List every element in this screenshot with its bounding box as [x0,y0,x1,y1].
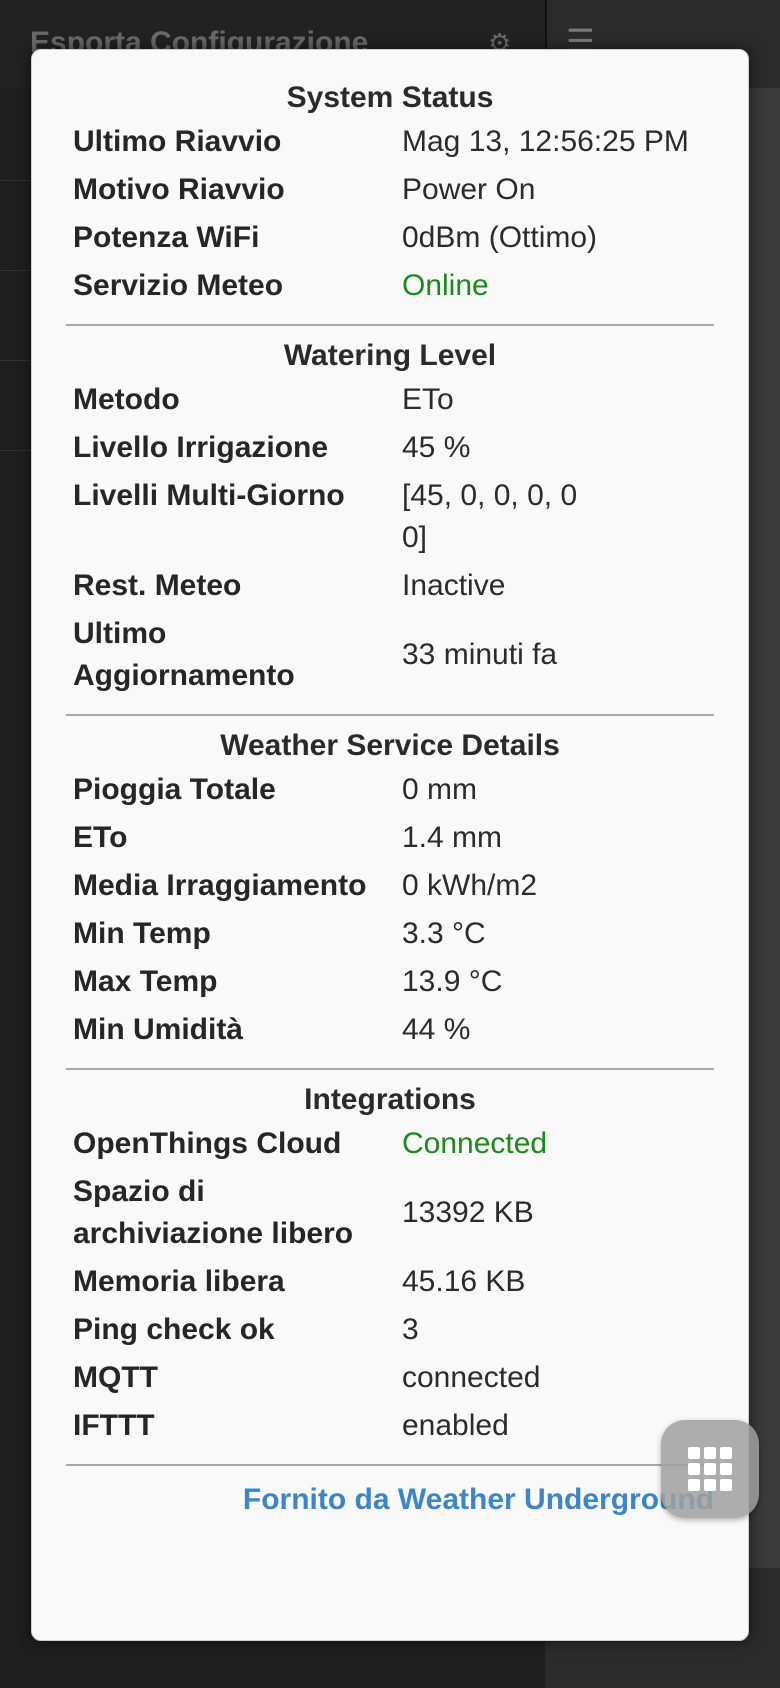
row-value: connected [402,1361,541,1394]
background-content-strip [745,88,780,1568]
info-row: Servizio Meteo Online [66,262,714,310]
row-label: Spazio di archiviazione libero [73,1175,354,1250]
info-row: Ultimo Riavvio Mag 13, 12:56:25 PM [66,118,714,166]
weather-underground-link[interactable]: Fornito da Weather Underground [66,1480,714,1520]
section-divider [66,324,714,326]
row-label: ETo [73,821,128,854]
row-value: 44 % [402,1013,471,1046]
info-row: Metodo ETo [66,376,714,424]
section-divider [66,1464,714,1466]
row-value: 0 kWh/m2 [402,869,538,902]
info-row: Max Temp 13.9 °C [66,958,714,1006]
row-value: 45.16 KB [402,1265,526,1298]
info-row: Media Irraggiamento 0 kWh/m2 [66,862,714,910]
row-label: Livello Irrigazione [73,431,329,464]
row-value: 45 % [402,431,471,464]
row-value: 3 [402,1313,419,1346]
row-value: 3.3 °C [402,917,486,950]
row-value: 13392 KB [402,1196,534,1229]
row-label: IFTTT [73,1409,155,1442]
row-value: [45, 0, 0, 0, 0 0] [402,479,578,554]
info-row: Memoria libera 45.16 KB [66,1258,714,1306]
info-row: Rest. Meteo Inactive [66,562,714,610]
section-divider [66,714,714,716]
row-value: Inactive [402,569,506,602]
row-label: Rest. Meteo [73,569,242,602]
info-row: OpenThings Cloud Connected [66,1120,714,1168]
row-value: 0dBm (Ottimo) [402,221,598,254]
row-label: Ultimo Aggiornamento [73,617,295,692]
row-value: ETo [402,383,454,416]
row-label: Min Umidità [73,1013,243,1046]
info-row: Potenza WiFi 0dBm (Ottimo) [66,214,714,262]
info-row: IFTTT enabled [66,1402,714,1450]
weather-details-title: Weather Service Details [220,729,560,762]
row-value: Power On [402,173,536,206]
row-label: Max Temp [73,965,218,998]
row-label: Motivo Riavvio [73,173,285,206]
background-divider [0,450,30,451]
row-label: Ultimo Riavvio [73,125,282,158]
section-divider [66,1068,714,1070]
quick-menu-button[interactable] [661,1420,759,1518]
info-row: ETo 1.4 mm [66,814,714,862]
row-value: 0 mm [402,773,477,806]
watering-level-title: Watering Level [283,339,497,372]
row-value: Mag 13, 12:56:25 PM [402,125,689,158]
info-row: Min Umidità 44 % [66,1006,714,1054]
background-divider [0,270,30,271]
background-divider [0,180,30,181]
row-label: Media Irraggiamento [73,869,367,902]
info-row: Ultimo Aggiornamento 33 minuti fa [66,610,714,700]
weather-service-status: Online [402,269,489,302]
row-label: OpenThings Cloud [73,1127,342,1160]
system-status-title: System Status [286,81,494,114]
system-info-dialog: System Status Ultimo Riavvio Mag 13, 12:… [31,49,749,1641]
info-row: Ping check ok 3 [66,1306,714,1354]
background-bottom-text: Va [545,1640,780,1688]
row-label: MQTT [73,1361,158,1394]
info-row: Livelli Multi-Giorno [45, 0, 0, 0, 0 0] [66,472,714,562]
grid-icon [688,1447,732,1491]
background-divider [0,360,30,361]
info-row: Spazio di archiviazione libero 13392 KB [66,1168,714,1258]
info-row: Motivo Riavvio Power On [66,166,714,214]
row-value: 1.4 mm [402,821,503,854]
row-label: Potenza WiFi [73,221,260,254]
row-label: Servizio Meteo [73,269,284,302]
info-row: Pioggia Totale 0 mm [66,766,714,814]
row-value: 13.9 °C [402,965,503,998]
info-row: MQTT connected [66,1354,714,1402]
row-label: Ping check ok [73,1313,275,1346]
row-label: Livelli Multi-Giorno [73,479,345,512]
row-label: Min Temp [73,917,211,950]
integrations-title: Integrations [304,1083,476,1116]
cloud-status: Connected [402,1127,548,1160]
row-label: Memoria libera [73,1265,285,1298]
info-row: Min Temp 3.3 °C [66,910,714,958]
row-label: Metodo [73,383,180,416]
row-value: 33 minuti fa [402,638,558,671]
row-label: Pioggia Totale [73,773,276,806]
info-row: Livello Irrigazione 45 % [66,424,714,472]
